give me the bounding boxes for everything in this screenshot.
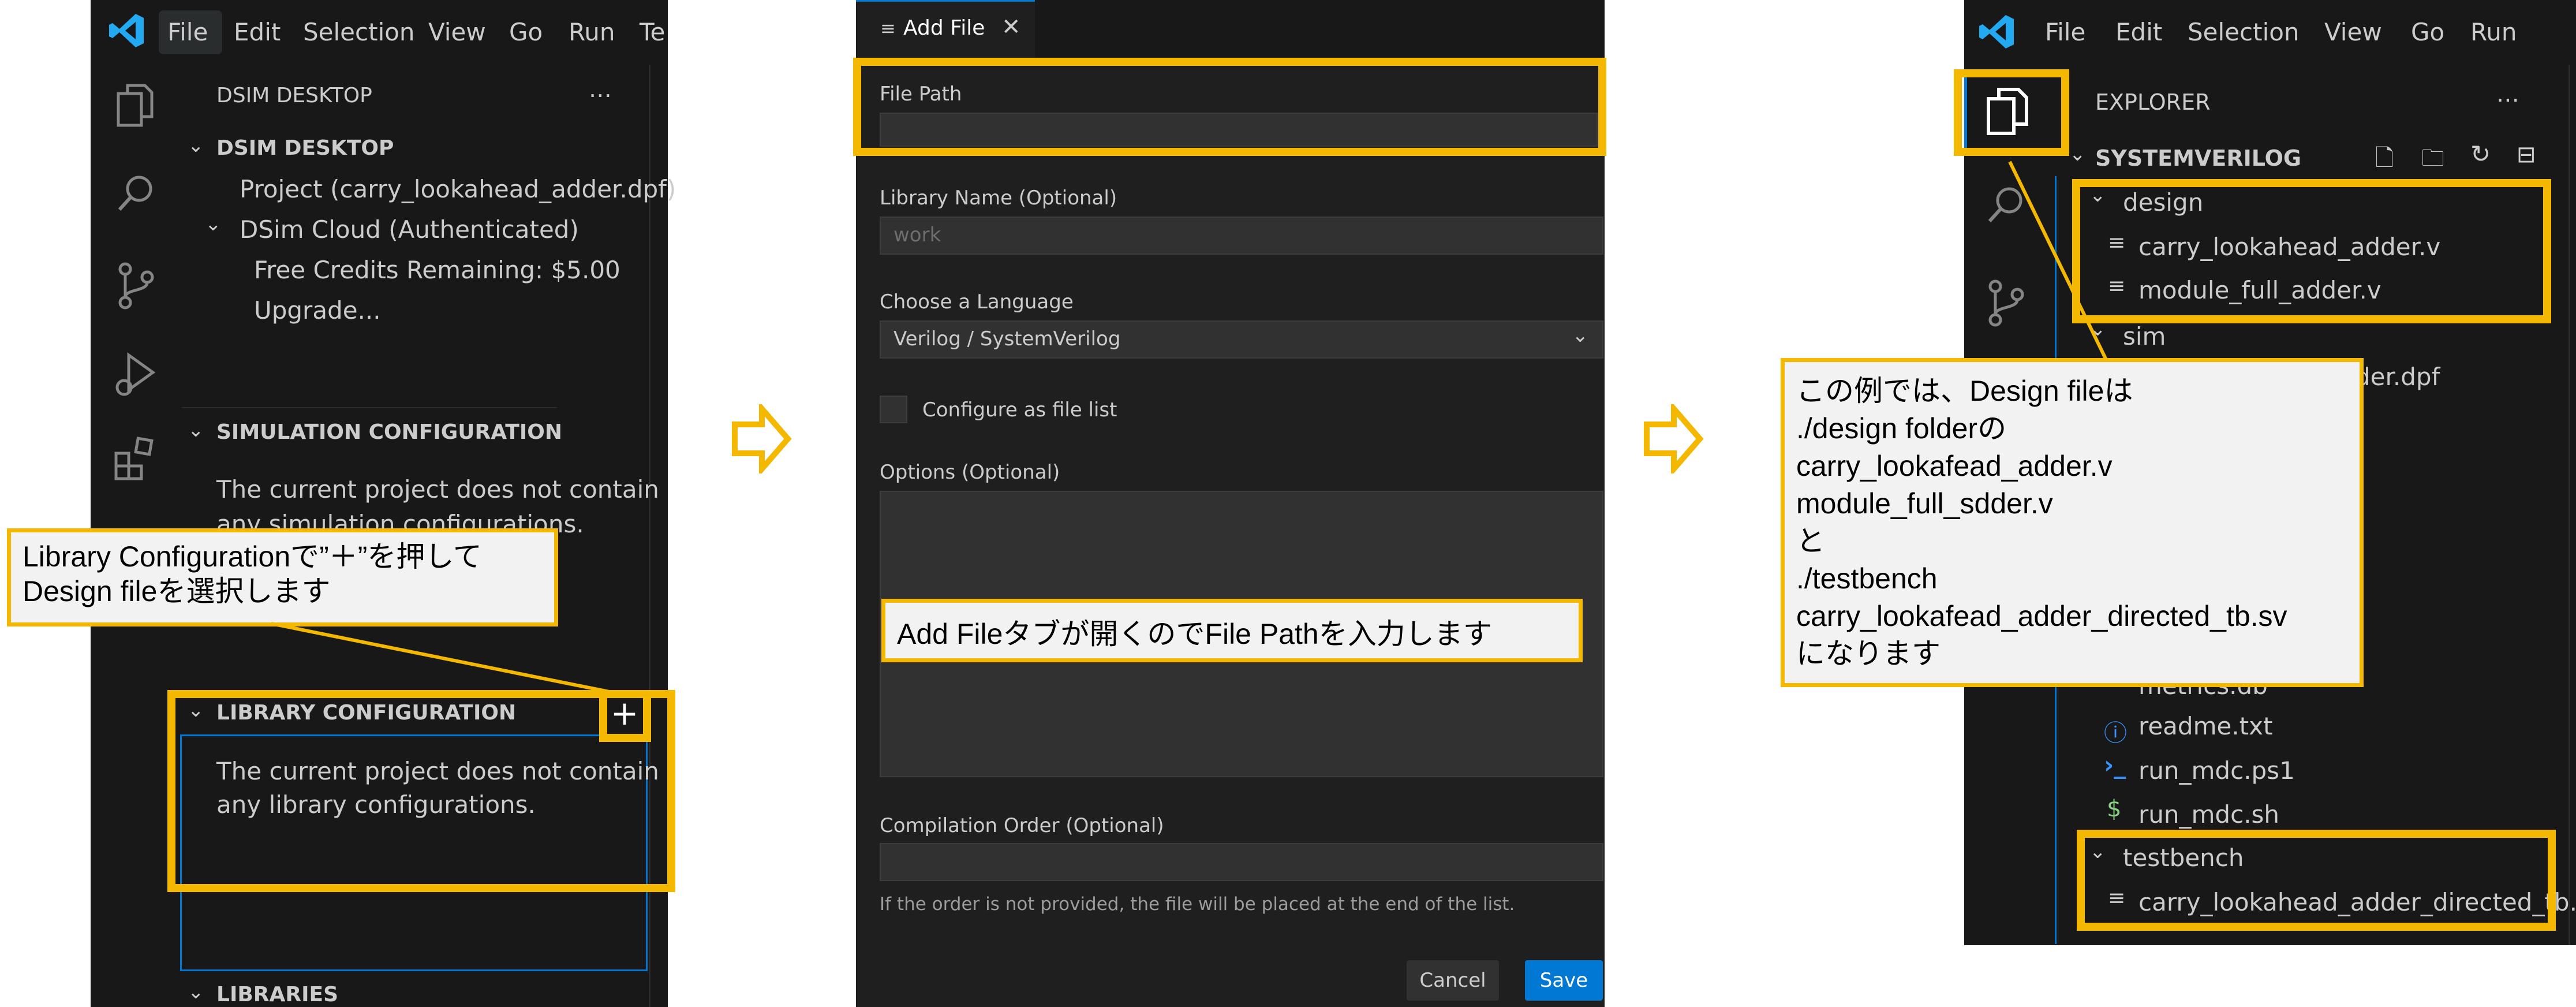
info-icon: ⓘ: [2104, 720, 2127, 747]
language-select-value: Verilog / SystemVerilog: [893, 327, 1121, 350]
right-menu-edit[interactable]: Edit: [2115, 0, 2162, 65]
right-menu-view[interactable]: View: [2324, 0, 2382, 65]
language-label: Choose a Language: [880, 290, 1074, 314]
library-name-placeholder: work: [893, 223, 941, 247]
library-name-label: Library Name (Optional): [880, 187, 1117, 210]
design-folder-highlight: [2072, 179, 2551, 323]
callout-right-line-1: この例では、Design fileは: [1796, 375, 2133, 407]
compile-order-input[interactable]: [880, 843, 1603, 881]
callout-right-line-7: carry_lookafead_adder_directed_tb.sv: [1796, 600, 2287, 632]
explorer-title: EXPLORER: [2095, 89, 2211, 115]
file-sim-dpf-partial[interactable]: der.dpf: [2355, 355, 2440, 399]
callout-right-line-4: module_full_sdder.v: [1796, 487, 2053, 520]
callout-left-pointer: [271, 622, 615, 695]
new-folder-icon[interactable]: 🗀: [2421, 141, 2444, 181]
right-sidebar-right-border: [2568, 65, 2570, 945]
more-actions-icon[interactable]: ⋯: [2496, 87, 2519, 113]
callout-right: この例では、Design fileは ./design folderの carr…: [1781, 358, 2364, 687]
section-libraries[interactable]: LIBRARIES: [216, 983, 338, 1006]
tab-add-file-label[interactable]: Add File: [903, 16, 985, 40]
new-file-icon[interactable]: 🗋: [2375, 141, 2394, 181]
right-menu-file[interactable]: File: [2045, 0, 2085, 65]
step-arrow-icon: [1644, 404, 1704, 473]
explorer-icon[interactable]: [1983, 84, 2035, 141]
file-run-mdc-ps1[interactable]: run_mdc.ps1: [2138, 749, 2295, 793]
powershell-icon: ›_: [2104, 751, 2126, 779]
tab-close-icon[interactable]: ✕: [1001, 14, 1021, 40]
right-menu-run[interactable]: Run: [2470, 0, 2517, 65]
right-vscode-logo-icon: [1977, 12, 2017, 52]
refresh-icon[interactable]: ↻: [2470, 140, 2491, 168]
save-button[interactable]: Save: [1525, 960, 1603, 1001]
file-readme[interactable]: readme.txt: [2138, 704, 2272, 748]
file-path-label: File Path: [880, 83, 962, 106]
file-list-label: Configure as file list: [922, 398, 1117, 422]
callout-right-line-5: と: [1796, 525, 1825, 557]
collapse-all-icon[interactable]: ⊟: [2517, 141, 2536, 168]
callout-right-pointer: [2008, 161, 2108, 362]
cancel-button[interactable]: Cancel: [1407, 960, 1499, 1001]
right-menu-selection[interactable]: Selection: [2188, 0, 2300, 65]
options-label: Options (Optional): [880, 461, 1060, 484]
file-list-checkbox[interactable]: [880, 396, 907, 423]
language-select[interactable]: Verilog / SystemVerilog ⌄: [880, 320, 1603, 359]
callout-right-line-6: ./testbench: [1796, 562, 1938, 595]
library-name-input[interactable]: work: [880, 217, 1603, 255]
compile-order-label: Compilation Order (Optional): [880, 814, 1164, 837]
step-arrow-icon: [732, 404, 792, 473]
callout-right-line-3: carry_lookafead_adder.v: [1796, 450, 2113, 482]
compile-order-help: If the order is not provided, the file w…: [880, 894, 1515, 915]
callout-right-line-8: になります: [1796, 637, 1941, 670]
file-path-input[interactable]: [880, 113, 1598, 147]
callout-right-line-2: ./design folderの: [1796, 412, 2007, 445]
testbench-folder-highlight: [2077, 830, 2556, 931]
chevron-down-icon[interactable]: ⌄: [188, 980, 204, 1004]
right-menu-go[interactable]: Go: [2411, 0, 2444, 65]
chevron-down-icon: ⌄: [1572, 324, 1589, 347]
shell-icon: $: [2107, 796, 2122, 822]
file-lines-icon: ≡: [880, 17, 896, 39]
callout-middle: Add Fileタブが開くのでFile Pathを入力します: [881, 599, 1583, 662]
